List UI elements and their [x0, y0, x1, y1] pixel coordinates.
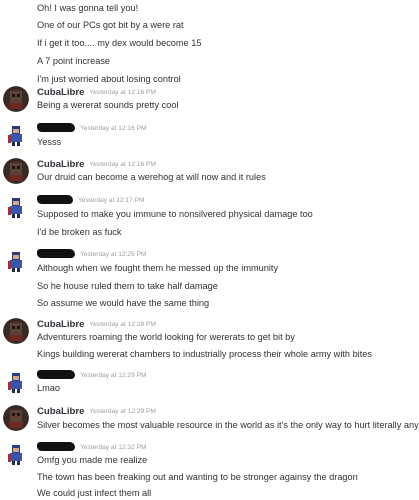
message-line: Silver becomes the most valuable resourc… — [37, 420, 419, 430]
redacted-author-name — [37, 370, 75, 379]
message-header: CubaLibre Yesterday at 12:28 PM — [37, 318, 156, 331]
user-avatar[interactable] — [3, 194, 29, 220]
message-timestamp: Yesterday at 12:32 PM — [80, 444, 147, 451]
message-line: So he house ruled them to take half dama… — [37, 281, 218, 291]
message-line: The town has been freaking out and wanti… — [37, 472, 358, 482]
cubalibre-avatar[interactable] — [3, 158, 29, 184]
message-header: CubaLibre Yesterday at 12:29 PM — [37, 405, 156, 418]
message-line: Our druid can become a werehog at will n… — [37, 172, 266, 182]
redacted-author-name — [37, 195, 73, 204]
message-header: Yesterday at 12:25 PM — [37, 248, 146, 261]
message-line: Oh! I was gonna tell you! — [37, 3, 139, 13]
message-line: Omfg you made me realize — [37, 455, 148, 465]
message-timestamp: Yesterday at 12:25 PM — [80, 251, 147, 258]
chat-log: Oh! I was gonna tell you! One of our PCs… — [0, 0, 419, 500]
cubalibre-avatar[interactable] — [3, 318, 29, 344]
message-timestamp: Yesterday at 12:28 PM — [89, 321, 156, 328]
message-line: Kings building wererat chambers to indus… — [37, 349, 372, 359]
message-header: CubaLibre Yesterday at 12:16 PM — [37, 86, 156, 99]
message-timestamp: Yesterday at 12:29 PM — [80, 372, 147, 379]
message-timestamp: Yesterday at 12:16 PM — [89, 161, 156, 168]
message-line: One of our PCs got bit by a were rat — [37, 20, 184, 30]
message-timestamp: Yesterday at 12:29 PM — [89, 408, 156, 415]
message-line: If i get it too.... my dex would become … — [37, 38, 202, 48]
author-name[interactable]: CubaLibre — [37, 158, 84, 171]
message-header: CubaLibre Yesterday at 12:16 PM — [37, 158, 156, 171]
message-header: Yesterday at 12:16 PM — [37, 122, 146, 135]
message-line: Being a wererat sounds pretty cool — [37, 100, 179, 110]
message-timestamp: Yesterday at 12:16 PM — [89, 89, 156, 96]
message-line: A 7 point increase — [37, 56, 111, 66]
redacted-author-name — [37, 249, 75, 258]
user-avatar[interactable] — [3, 122, 29, 148]
message-line: Yesss — [37, 137, 62, 147]
user-avatar[interactable] — [3, 248, 29, 274]
message-timestamp: Yesterday at 12:17 PM — [78, 197, 145, 204]
message-line: Lmao — [37, 383, 60, 393]
author-name[interactable]: CubaLibre — [37, 318, 84, 331]
message-header: Yesterday at 12:17 PM — [37, 194, 144, 207]
message-line: Adventurers roaming the world looking fo… — [37, 332, 295, 342]
user-avatar[interactable] — [3, 441, 29, 467]
message-timestamp: Yesterday at 12:16 PM — [80, 125, 147, 132]
user-avatar[interactable] — [3, 369, 29, 395]
message-line: I'd be broken as fuck — [37, 227, 122, 237]
redacted-author-name — [37, 442, 75, 451]
message-line: Supposed to make you immune to nonsilver… — [37, 209, 313, 219]
message-header: Yesterday at 12:29 PM — [37, 369, 146, 382]
message-line: We could just infect them all — [37, 488, 152, 498]
author-name[interactable]: CubaLibre — [37, 405, 84, 418]
message-line: Although when we fought them he messed u… — [37, 263, 279, 273]
cubalibre-avatar[interactable] — [3, 405, 29, 431]
redacted-author-name — [37, 123, 75, 132]
message-line: I'm just worried about losing control — [37, 74, 181, 84]
message-line: So assume we would have the same thing — [37, 298, 210, 308]
author-name[interactable]: CubaLibre — [37, 86, 84, 99]
message-header: Yesterday at 12:32 PM — [37, 441, 146, 454]
cubalibre-avatar[interactable] — [3, 86, 29, 112]
